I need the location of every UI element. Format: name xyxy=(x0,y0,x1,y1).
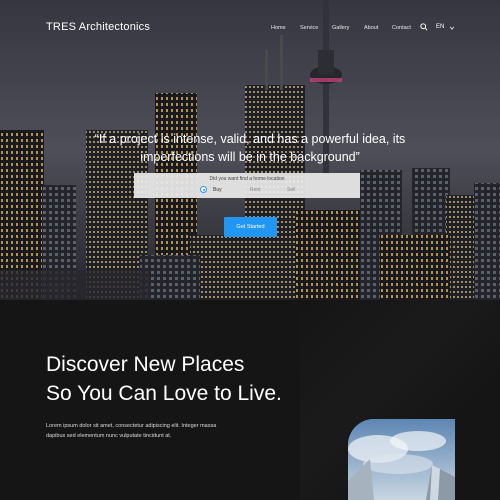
chevron-down-icon[interactable] xyxy=(449,25,455,31)
sky-building-image xyxy=(348,419,455,500)
option-sell[interactable]: Sell xyxy=(287,187,295,193)
nav-link-service[interactable]: Service xyxy=(300,25,318,31)
brand-logo-text[interactable]: TRES Architectonics xyxy=(46,21,150,33)
section-body-text: Lorem ipsum dolor sit amet, consectetur … xyxy=(46,421,246,441)
building-photo xyxy=(348,419,455,500)
body-line-2: dapibus sed elementum nunc vulputate tin… xyxy=(46,433,172,439)
home-location-search: Did you want find a home location Buy Re… xyxy=(134,173,360,198)
get-started-button[interactable]: Get Started xyxy=(224,217,277,237)
language-selector[interactable]: EN xyxy=(436,24,444,30)
top-navigation: TRES Architectonics Home Service Gallery… xyxy=(0,0,500,56)
body-line-1: Lorem ipsum dolor sit amet, consectetur … xyxy=(46,423,217,429)
nav-link-home[interactable]: Home xyxy=(271,25,286,31)
option-buy[interactable]: Buy xyxy=(213,187,222,193)
headline-line-2: So You Can Love to Live. xyxy=(46,382,282,405)
nav-link-gallery[interactable]: Gallery xyxy=(332,25,349,31)
radio-selected-icon[interactable] xyxy=(200,186,207,193)
nav-link-about[interactable]: About xyxy=(364,25,378,31)
section-headline: Discover New Places So You Can Love to L… xyxy=(46,350,282,408)
search-title: Did you want find a home location xyxy=(209,176,285,182)
headline-line-1: Discover New Places xyxy=(46,353,245,376)
search-icon[interactable] xyxy=(420,23,428,31)
option-rent[interactable]: Rent xyxy=(250,187,261,193)
nav-link-contact[interactable]: Contact xyxy=(392,25,411,31)
hero-quote: “If a project is intense, valid, and has… xyxy=(94,132,406,164)
